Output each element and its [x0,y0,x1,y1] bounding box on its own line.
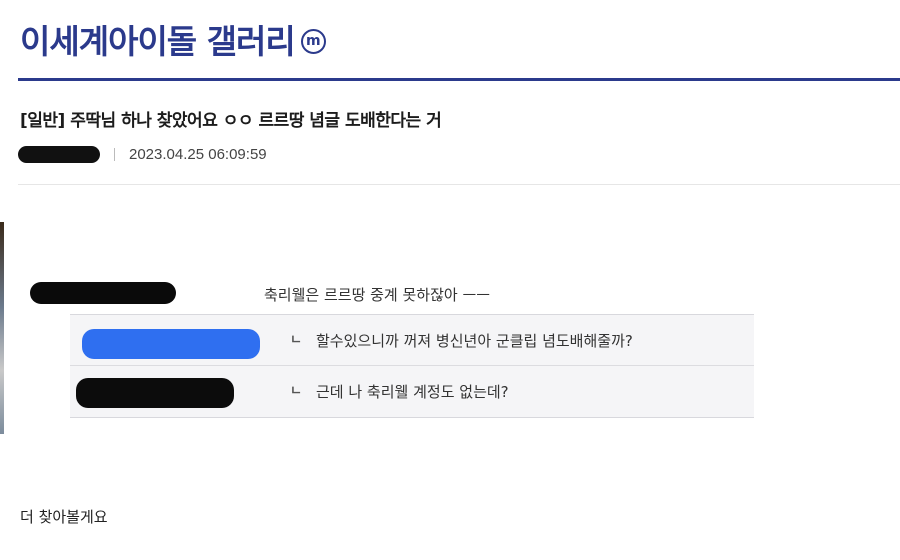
reply-arrow-icon: ㄴ [290,384,302,399]
gallery-title[interactable]: 이세계아이돌 갤러리 [20,15,296,63]
reply-text: 할수있으니까 꺼져 병신년아 군클립 념도배해줄까? [316,332,633,350]
reply-item: ㄴ 근데 나 축리웰 계정도 없는데? [70,366,754,416]
comment-screenshot: 축리웰은 르르땅 중계 못하잖아 ㅡㅡ ㄴ 할수있으니까 꺼져 병신년아 군클립… [20,262,760,422]
redacted-replier [82,329,260,359]
minor-gallery-icon: m [300,28,326,54]
reply-text: 근데 나 축리웰 계정도 없는데? [316,383,509,401]
gallery-header: 이세계아이돌 갤러리 m [20,14,326,64]
post-title: [일반] 주딱님 하나 찾았어요 ㅇㅇ 르르땅 념글 도배한다는 거 [20,111,442,131]
reply-arrow-icon: ㄴ [290,333,302,348]
post-date: 2023.04.25 06:09:59 [129,145,267,163]
reply-list: ㄴ 할수있으니까 꺼져 병신년아 군클립 념도배해줄까? ㄴ 근데 나 축리웰 … [70,314,754,418]
reply-item: ㄴ 할수있으니까 꺼져 병신년아 군클립 념도배해줄까? [70,315,754,366]
redacted-replier [76,378,234,408]
comment-item: 축리웰은 르르땅 중계 못하잖아 ㅡㅡ [28,276,548,310]
post-meta: 2023.04.25 06:09:59 [18,143,267,165]
header-divider [18,78,900,81]
redacted-commenter [30,282,176,304]
redacted-author-name [18,145,100,163]
comment-text: 축리웰은 르르땅 중계 못하잖아 ㅡㅡ [264,286,491,304]
page: 이세계아이돌 갤러리 m [일반] 주딱님 하나 찾았어요 ㅇㅇ 르르땅 념글 … [0,0,900,560]
meta-divider [18,184,900,185]
post-body: 더 찾아볼게요 [20,508,108,526]
meta-separator [114,147,115,161]
cropped-image-edge [0,222,4,434]
